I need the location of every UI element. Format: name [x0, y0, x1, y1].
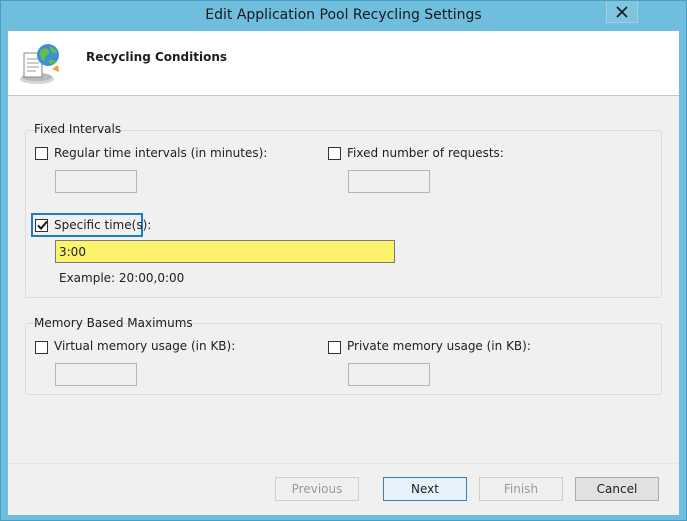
check-icon	[37, 220, 48, 230]
specific-times-input[interactable]: 3:00	[55, 240, 395, 263]
cancel-button[interactable]: Cancel	[575, 477, 659, 501]
close-icon	[616, 6, 628, 18]
private-memory-input	[348, 363, 430, 386]
page-title: Recycling Conditions	[86, 50, 228, 64]
specific-times-checkbox[interactable]	[35, 219, 48, 232]
virtual-memory-label[interactable]: Virtual memory usage (in KB):	[54, 339, 235, 353]
title-bar[interactable]: Edit Application Pool Recycling Settings	[1, 1, 686, 31]
close-button[interactable]	[606, 1, 638, 23]
dialog-header: Recycling Conditions	[8, 31, 679, 96]
dialog-window: Edit Application Pool Recycling Settings	[0, 0, 687, 521]
specific-times-label[interactable]: Specific time(s):	[54, 218, 151, 232]
memory-label: Memory Based Maximums	[34, 316, 193, 330]
footer-divider	[8, 463, 679, 464]
regular-time-checkbox[interactable]	[35, 147, 48, 160]
virtual-memory-checkbox[interactable]	[35, 341, 48, 354]
virtual-memory-input	[55, 363, 137, 386]
fixed-requests-label[interactable]: Fixed number of requests:	[347, 146, 504, 160]
regular-time-label[interactable]: Regular time intervals (in minutes):	[54, 146, 267, 160]
dialog-content: Recycling Conditions Fixed Intervals Reg…	[8, 31, 679, 515]
finish-button[interactable]: Finish	[479, 477, 563, 501]
fixed-requests-input	[348, 170, 430, 193]
private-memory-checkbox[interactable]	[328, 341, 341, 354]
fixed-requests-checkbox[interactable]	[328, 147, 341, 160]
previous-button[interactable]: Previous	[275, 477, 359, 501]
regular-time-input	[55, 170, 137, 193]
fixed-intervals-label: Fixed Intervals	[34, 122, 122, 136]
specific-times-example: Example: 20:00,0:00	[59, 271, 185, 285]
next-button[interactable]: Next	[383, 477, 467, 501]
private-memory-label[interactable]: Private memory usage (in KB):	[347, 339, 531, 353]
window-title: Edit Application Pool Recycling Settings	[205, 7, 482, 23]
recycle-globe-icon	[20, 44, 59, 84]
